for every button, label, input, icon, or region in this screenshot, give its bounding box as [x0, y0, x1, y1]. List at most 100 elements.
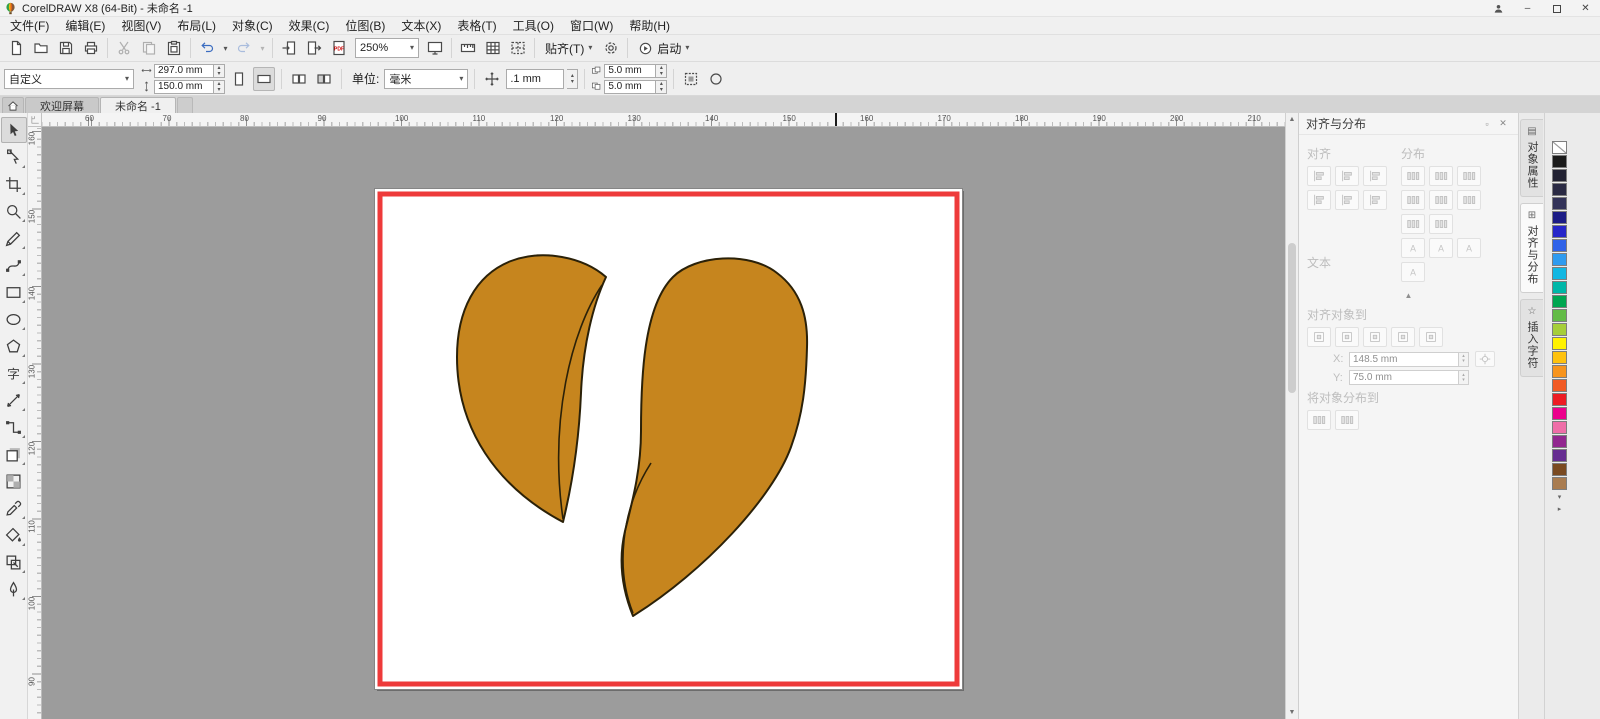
scroll-up-icon[interactable]: ▲ — [1286, 113, 1298, 126]
cut-button[interactable] — [112, 37, 136, 59]
distribute-spacing-horizontal-button[interactable] — [1457, 166, 1481, 186]
heart-left-shape[interactable] — [457, 255, 606, 522]
outline-circle-button[interactable] — [705, 67, 727, 91]
open-button[interactable] — [29, 37, 53, 59]
zoom-tool[interactable] — [1, 198, 27, 224]
menu-item-4[interactable]: 布局(L) — [169, 16, 224, 35]
horizontal-ruler[interactable]: 6070809010011012013014015016017018019020… — [42, 113, 1285, 127]
show-grid-button[interactable] — [481, 37, 505, 59]
color-swatch-19[interactable] — [1552, 407, 1567, 420]
align-center-vertical-button[interactable] — [1335, 190, 1359, 210]
scrollbar-thumb[interactable] — [1288, 243, 1296, 393]
landscape-button[interactable] — [253, 67, 275, 91]
import-button[interactable] — [277, 37, 301, 59]
dimension-tool[interactable] — [1, 387, 27, 413]
distribute-top-button[interactable] — [1429, 190, 1453, 210]
copy-button[interactable] — [137, 37, 161, 59]
page-preset-combobox[interactable]: 自定义 ▾ — [4, 69, 134, 89]
units-combobox[interactable]: 毫米 ▾ — [384, 69, 468, 89]
collapse-section-button[interactable]: ▲ — [1307, 288, 1510, 302]
color-swatch-13[interactable] — [1552, 323, 1567, 336]
text-bounding-box-button[interactable]: A — [1457, 238, 1481, 258]
text-tool[interactable]: 字 — [1, 360, 27, 386]
color-swatch-8[interactable] — [1552, 253, 1567, 266]
specified-point-button[interactable] — [1419, 327, 1443, 347]
extent-of-selection-button[interactable] — [1307, 410, 1331, 430]
shape-tool[interactable] — [1, 144, 27, 170]
docker-close-icon[interactable]: ✕ — [1495, 118, 1511, 129]
menu-item-11[interactable]: 窗口(W) — [562, 16, 621, 35]
ruler-origin-button[interactable] — [28, 113, 42, 127]
bezier-tool[interactable] — [1, 252, 27, 278]
welcome-home-button[interactable] — [2, 97, 24, 113]
page-center-button[interactable] — [1363, 327, 1387, 347]
menu-item-3[interactable]: 视图(V) — [113, 16, 169, 35]
maximize-button[interactable] — [1542, 0, 1571, 17]
polygon-tool[interactable] — [1, 333, 27, 359]
color-swatch-7[interactable] — [1552, 239, 1567, 252]
color-swatch-21[interactable] — [1552, 435, 1567, 448]
color-swatch-4[interactable] — [1552, 197, 1567, 210]
color-swatch-15[interactable] — [1552, 351, 1567, 364]
snap-to-button[interactable]: 贴齐(T) ▾ — [539, 37, 598, 59]
active-objects-button[interactable] — [1307, 327, 1331, 347]
duplicate-x-spinner[interactable]: ▴▾ — [656, 64, 667, 78]
color-swatch-1[interactable] — [1552, 155, 1567, 168]
extent-of-page-button[interactable] — [1335, 410, 1359, 430]
menu-item-5[interactable]: 对象(C) — [224, 16, 281, 35]
distribute-center-vertical-button[interactable] — [1457, 190, 1481, 210]
color-swatch-24[interactable] — [1552, 477, 1567, 490]
color-swatch-11[interactable] — [1552, 295, 1567, 308]
color-swatch-18[interactable] — [1552, 393, 1567, 406]
docker-tab-2[interactable]: ⊞对齐与分布 — [1520, 203, 1543, 293]
color-swatch-3[interactable] — [1552, 183, 1567, 196]
text-more-button[interactable]: A — [1401, 262, 1425, 282]
nudge-distance-input[interactable] — [506, 69, 564, 89]
page[interactable] — [375, 189, 962, 689]
distribute-right-button[interactable] — [1401, 190, 1425, 210]
eyedropper-tool[interactable] — [1, 495, 27, 521]
color-swatch-2[interactable] — [1552, 169, 1567, 182]
undo-dropdown-button[interactable]: ▾ — [220, 37, 231, 59]
page-height-spinner[interactable]: ▴▾ — [214, 80, 225, 94]
page-width-spinner[interactable]: ▴▾ — [214, 64, 225, 78]
distribute-center-horizontal-button[interactable] — [1429, 166, 1453, 186]
distribute-bottom-button[interactable] — [1429, 214, 1453, 234]
launch-button[interactable]: 启动 ▾ — [632, 37, 695, 59]
canvas[interactable] — [42, 127, 1285, 719]
account-button[interactable] — [1484, 0, 1513, 17]
portrait-button[interactable] — [228, 67, 250, 91]
color-swatch-22[interactable] — [1552, 449, 1567, 462]
page-width-input[interactable] — [154, 64, 214, 78]
crop-tool[interactable] — [1, 171, 27, 197]
document-tab-2[interactable]: 未命名 -1 — [100, 97, 176, 113]
nudge-spinner[interactable]: ▴▾ — [567, 69, 578, 89]
align-bottom-button[interactable] — [1363, 190, 1387, 210]
color-swatch-17[interactable] — [1552, 379, 1567, 392]
print-button[interactable] — [79, 37, 103, 59]
color-swatch-23[interactable] — [1552, 463, 1567, 476]
align-left-button[interactable] — [1307, 166, 1331, 186]
publish-pdf-button[interactable]: PDF — [327, 37, 351, 59]
page-height-input[interactable] — [154, 80, 214, 94]
fill-tool[interactable] — [1, 522, 27, 548]
document-tab-1[interactable]: 欢迎屏幕 — [25, 97, 99, 113]
specify-point-button[interactable] — [1475, 351, 1495, 367]
all-pages-button[interactable] — [288, 67, 310, 91]
menu-item-8[interactable]: 文本(X) — [393, 16, 449, 35]
duplicate-y-input[interactable] — [604, 80, 656, 94]
palette-scroll-down-icon[interactable]: ▾ — [1552, 491, 1567, 503]
pick-tool[interactable] — [1, 117, 27, 143]
current-page-button[interactable] — [313, 67, 335, 91]
smartfill-tool[interactable] — [1, 549, 27, 575]
y-coordinate-spinner[interactable]: ▴▾ — [1459, 370, 1469, 385]
palette-flyout-icon[interactable]: ▸ — [1552, 503, 1567, 515]
menu-item-10[interactable]: 工具(O) — [505, 16, 562, 35]
color-swatch-12[interactable] — [1552, 309, 1567, 322]
vertical-scrollbar[interactable]: ▲ ▼ — [1285, 113, 1298, 719]
align-top-button[interactable] — [1307, 190, 1331, 210]
ellipse-tool[interactable] — [1, 306, 27, 332]
show-guidelines-button[interactable] — [506, 37, 530, 59]
paste-button[interactable] — [162, 37, 186, 59]
docker-tab-3[interactable]: ☆插入字符 — [1520, 299, 1543, 377]
